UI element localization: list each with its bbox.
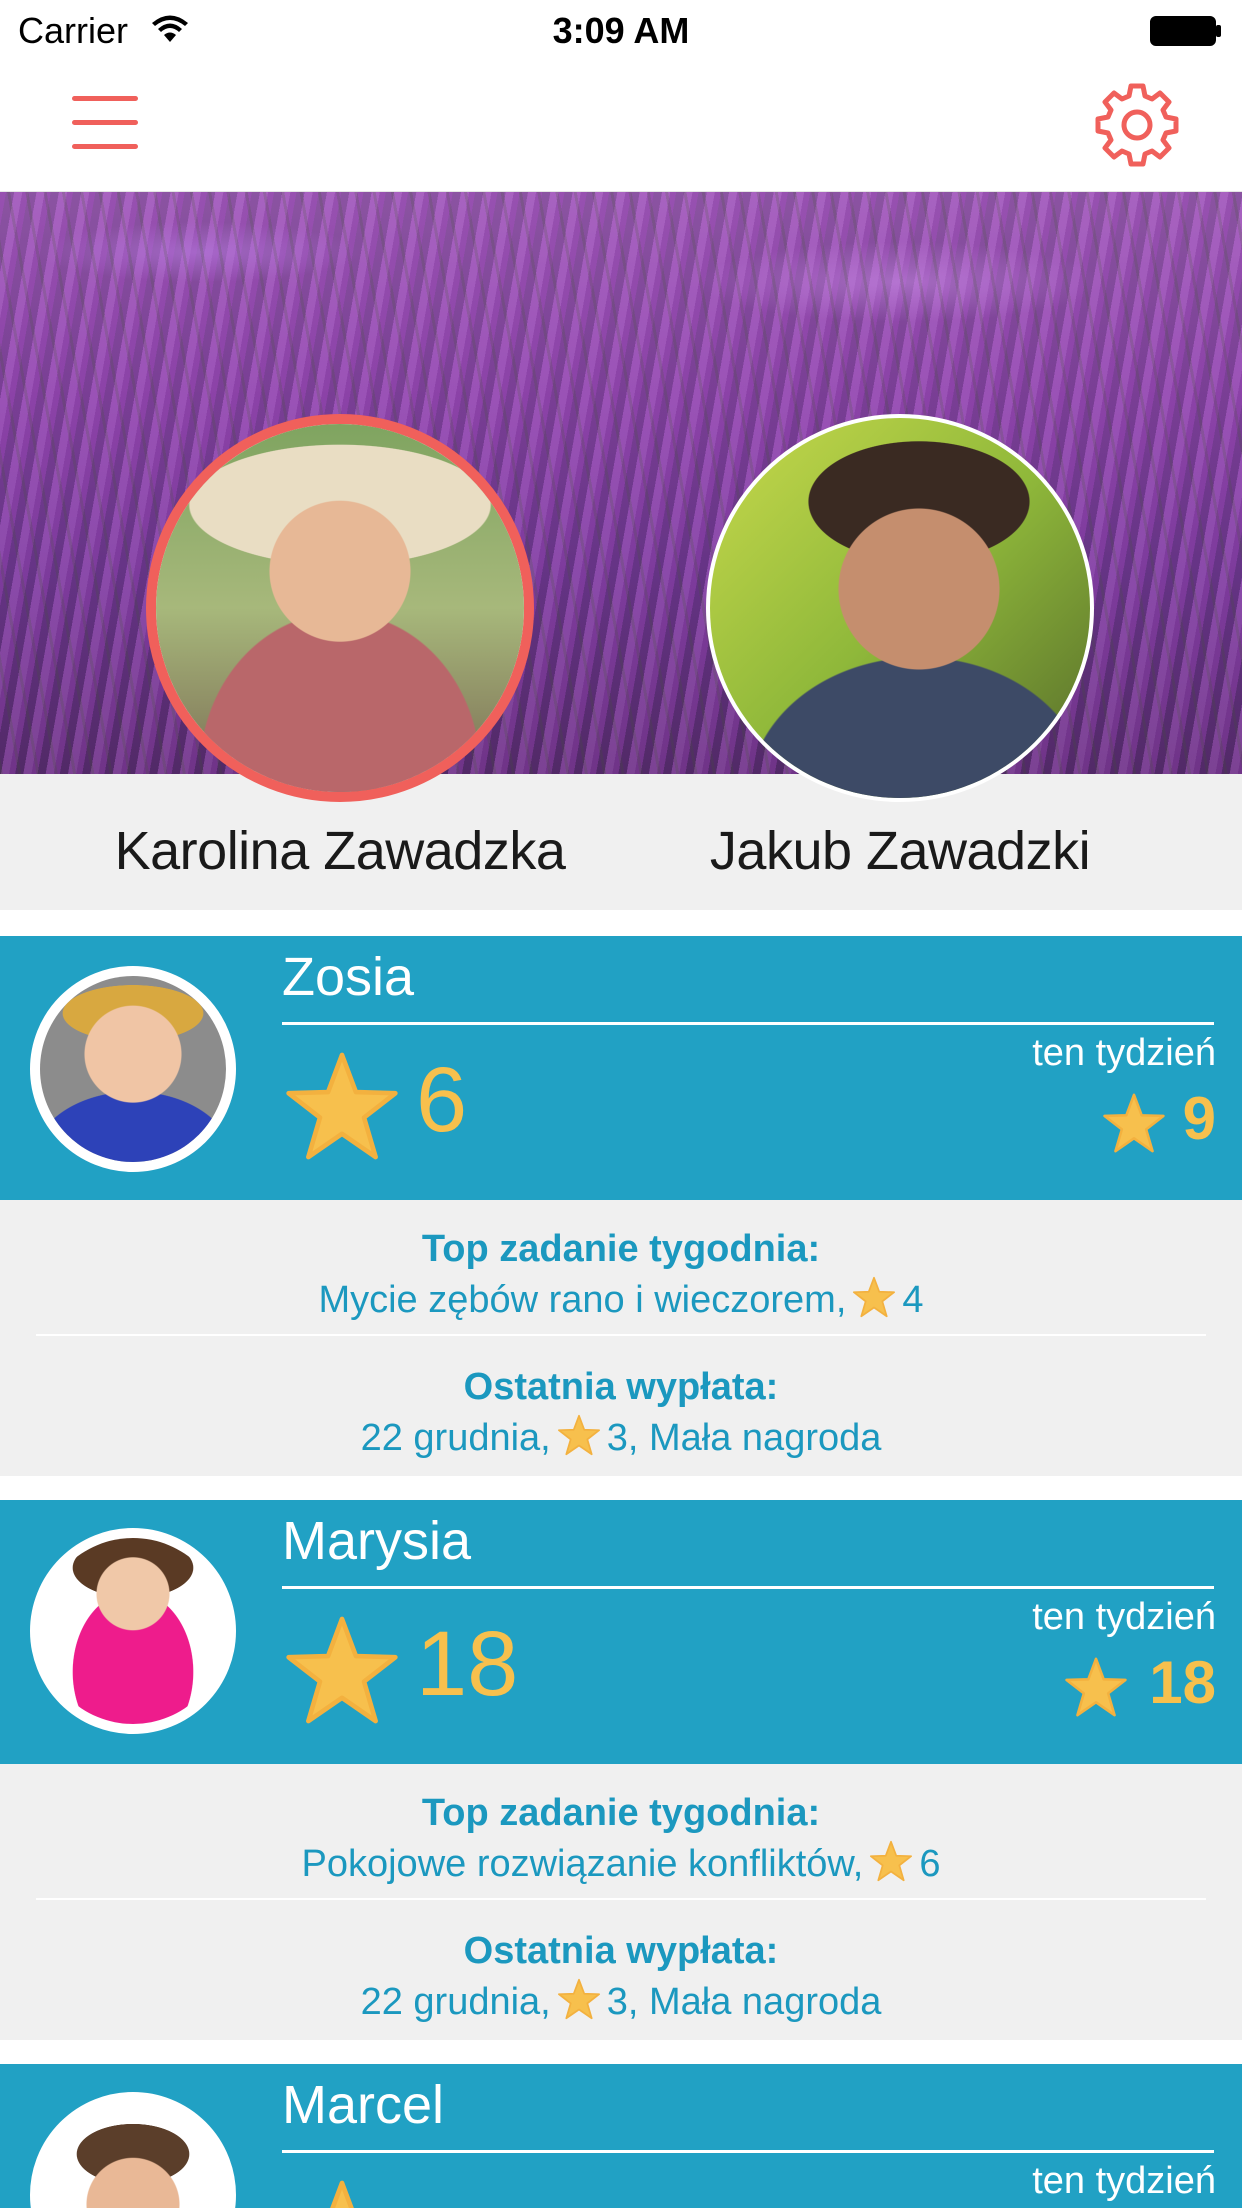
child-info-panel: Top zadanie tygodnia: Mycie zębów rano i… [0, 1200, 1242, 1476]
divider [282, 2150, 1214, 2153]
star-icon [870, 1840, 913, 1882]
gear-icon[interactable] [1092, 80, 1182, 170]
child-name: Zosia [282, 947, 415, 1007]
child-card-header[interactable]: Marcel ten tydzień [0, 2064, 1242, 2208]
child-name: Marcel [282, 2075, 445, 2135]
child-card-header[interactable]: Marysia 18 ten tydzień 18 [0, 1500, 1242, 1764]
star-count: 18 [416, 1613, 519, 1715]
week-label: ten tydzień [1032, 1032, 1216, 1074]
week-star-count: 9 [1182, 1085, 1216, 1152]
child-name: Marysia [282, 1511, 472, 1571]
battery-icon [1150, 16, 1221, 46]
menu-button[interactable] [66, 92, 146, 156]
divider [282, 1022, 1214, 1025]
payout-title: Ostatnia wypłata: [463, 1930, 779, 1972]
star-icon [1065, 1657, 1127, 1717]
star-icon [853, 1276, 896, 1318]
hamburger-menu-icon [72, 144, 138, 149]
payout-text: 22 grudnia, 3, Mała nagroda [0, 1414, 1242, 1460]
parent-name[interactable]: Karolina Zawadzka [60, 820, 620, 882]
top-task-title: Top zadanie tygodnia: [421, 1792, 821, 1834]
hamburger-menu-icon [72, 96, 138, 101]
parent-avatar[interactable] [706, 414, 1094, 802]
top-task-title: Top zadanie tygodnia: [421, 1228, 821, 1270]
divider [282, 1586, 1214, 1589]
week-label: ten tydzień [1032, 1596, 1216, 1638]
star-icon [330, 2180, 354, 2208]
week-label: ten tydzień [1032, 2160, 1216, 2202]
payout-title: Ostatnia wypłata: [463, 1366, 779, 1408]
nav-bar [0, 62, 1242, 192]
star-icon [286, 1052, 398, 1160]
status-bar: Carrier 3:09 AM [0, 0, 1242, 62]
star-count: 6 [416, 1049, 468, 1151]
child-card-header[interactable]: Zosia 6 ten tydzień 9 [0, 936, 1242, 1200]
top-task-text: Pokojowe rozwiązanie konfliktów, 6 [0, 1840, 1242, 1886]
clock: 3:09 AM [552, 10, 690, 51]
payout-text: 22 grudnia, 3, Mała nagroda [0, 1978, 1242, 2024]
star-icon [1103, 1093, 1165, 1153]
parent-avatar-selected[interactable] [146, 414, 534, 802]
child-avatar [30, 2092, 236, 2208]
child-avatar [30, 1528, 236, 1734]
hamburger-menu-icon [72, 120, 138, 125]
week-star-count: 18 [1149, 1649, 1216, 1716]
star-icon [557, 1414, 600, 1456]
parent-name[interactable]: Jakub Zawadzki [620, 820, 1180, 882]
child-info-panel: Top zadanie tygodnia: Pokojowe rozwiązan… [0, 1764, 1242, 2040]
divider [36, 1334, 1206, 1336]
star-icon [557, 1978, 600, 2020]
divider [36, 1898, 1206, 1900]
top-task-text: Mycie zębów rano i wieczorem, 4 [0, 1276, 1242, 1322]
child-avatar [30, 966, 236, 1172]
star-icon [286, 1616, 398, 1724]
